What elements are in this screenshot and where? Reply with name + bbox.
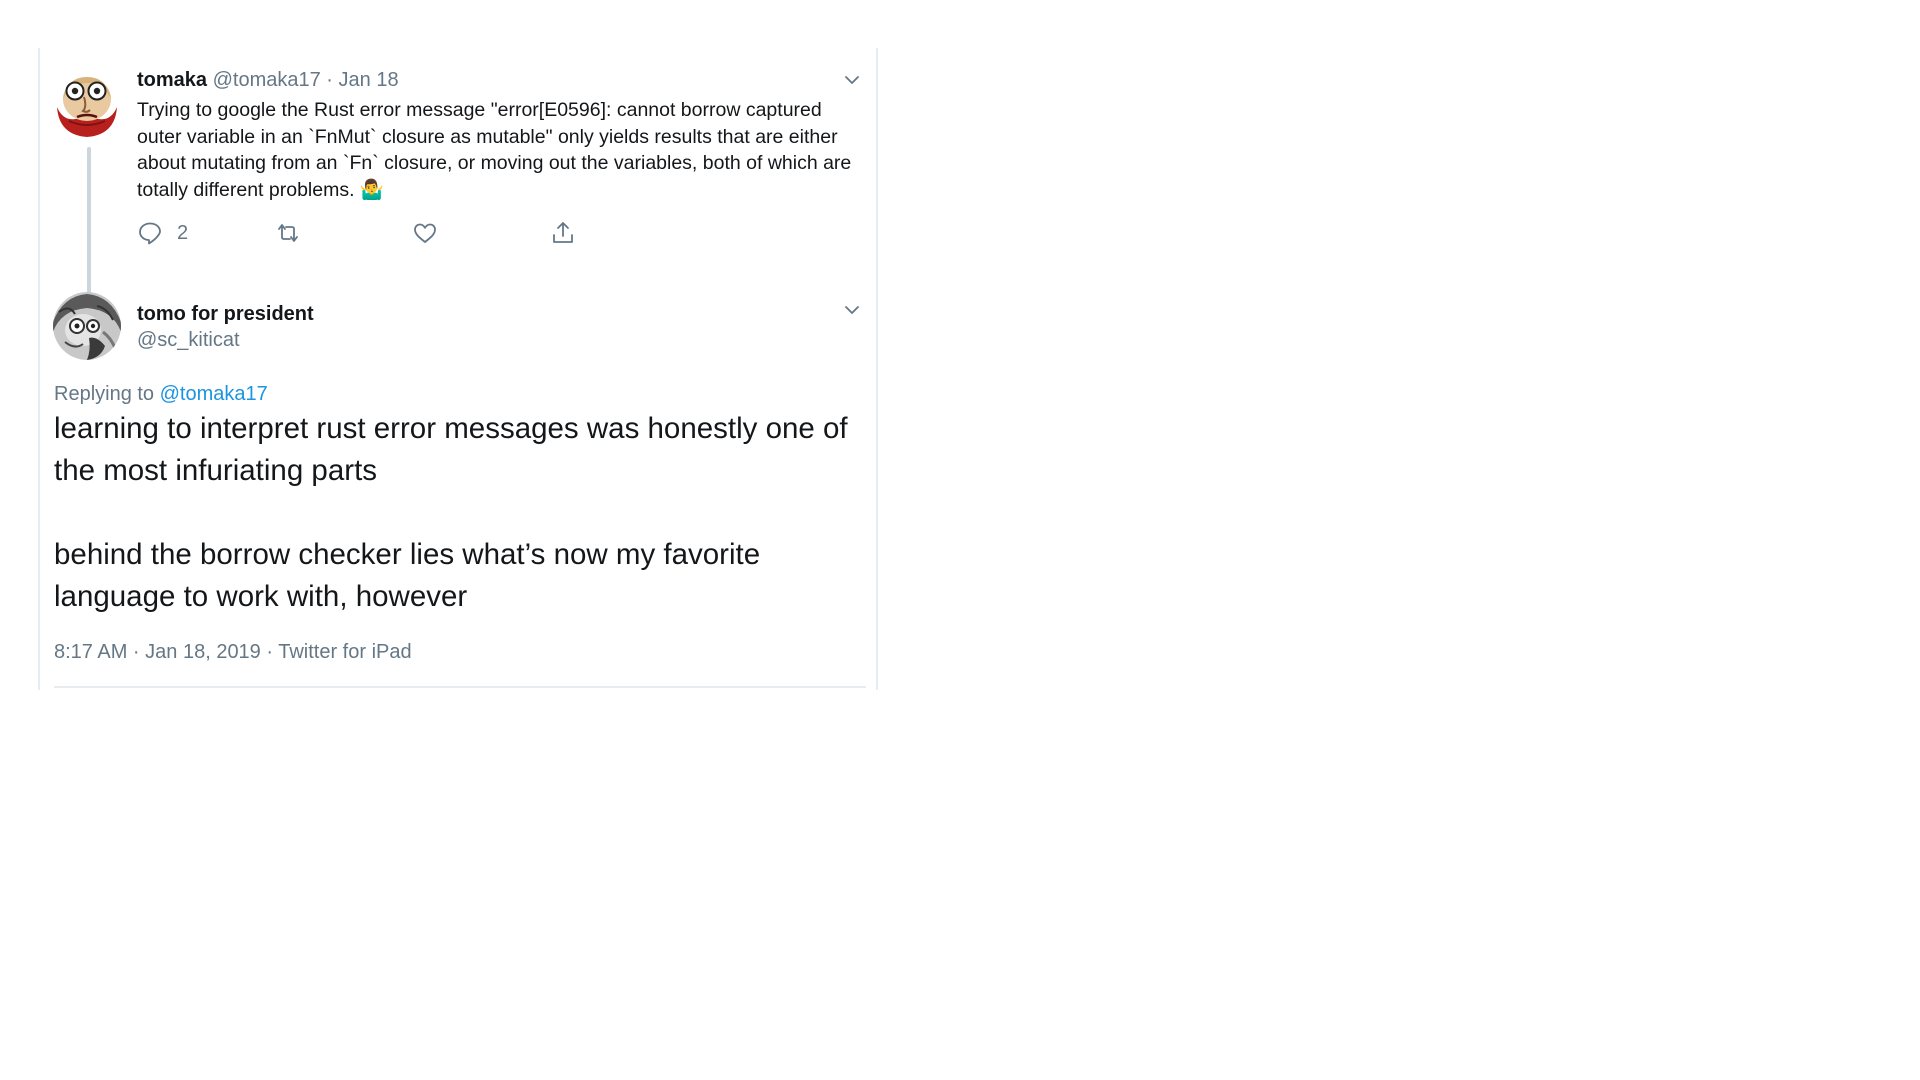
replying-to-mention-link[interactable]: @tomaka17	[160, 383, 268, 405]
retweet-icon	[278, 224, 298, 242]
main-display-name[interactable]: tomo for president	[137, 302, 314, 326]
parent-date[interactable]: Jan 18	[339, 69, 399, 91]
retweet-button[interactable]	[275, 218, 301, 248]
tweet-timestamp[interactable]: 8:17 AM · Jan 18, 2019 · Twitter for iPa…	[54, 640, 412, 664]
parent-display-name[interactable]: tomaka	[137, 69, 207, 91]
parent-tweet-menu-button[interactable]	[842, 70, 862, 90]
tomo-avatar[interactable]	[53, 292, 121, 360]
divider	[54, 686, 866, 688]
heart-icon	[414, 223, 436, 243]
main-handle[interactable]: @sc_kiticat	[137, 328, 240, 352]
header-separator: ·	[326, 69, 333, 91]
tweet-thread: tomaka @tomaka17 · Jan 18 Trying to goog…	[38, 48, 878, 690]
share-button[interactable]	[550, 218, 576, 248]
reply-button[interactable]: 2	[137, 218, 188, 248]
chevron-down-icon	[845, 306, 859, 314]
chevron-down-icon	[845, 76, 859, 84]
parent-tweet-header: tomaka @tomaka17 · Jan 18	[137, 68, 399, 92]
main-tweet-paragraph: learning to interpret rust error message…	[54, 412, 848, 487]
share-icon	[553, 222, 573, 243]
parent-handle[interactable]: @tomaka17	[213, 69, 321, 91]
main-tweet-menu-button[interactable]	[842, 300, 862, 320]
main-tweet-text: learning to interpret rust error message…	[54, 408, 869, 618]
cartoon-face-avatar-icon	[53, 69, 121, 137]
like-button[interactable]	[412, 218, 438, 248]
replying-to-line: Replying to @tomaka17	[54, 382, 268, 406]
manga-sketch-avatar-icon	[53, 292, 121, 360]
replying-to-label: Replying to	[54, 383, 155, 405]
reply-icon	[139, 222, 161, 245]
tomaka-avatar[interactable]	[53, 69, 121, 137]
reply-count: 2	[177, 221, 189, 244]
main-tweet-paragraph: behind the borrow checker lies what’s no…	[54, 538, 761, 613]
parent-tweet-text: Trying to google the Rust error message …	[137, 99, 852, 201]
